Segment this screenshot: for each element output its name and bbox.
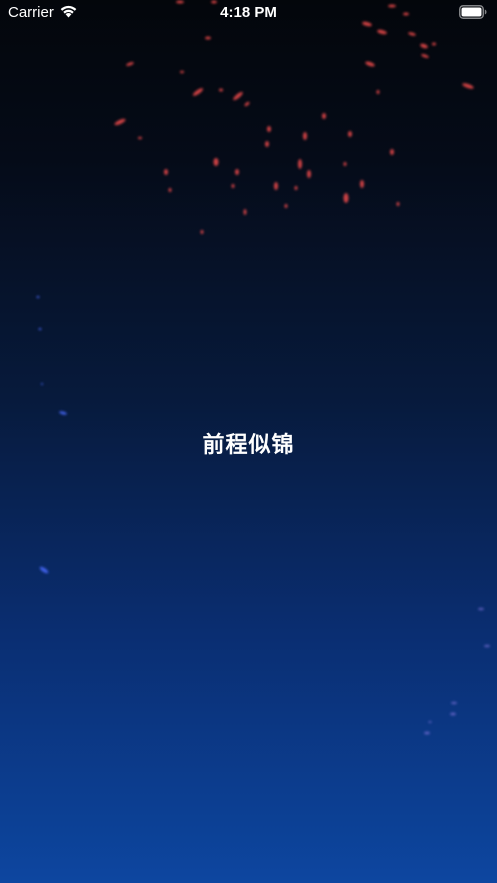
splash-title: 前程似锦 [202,432,295,457]
status-bar: Carrier 4:18 PM [0,0,497,26]
battery-icon [459,5,487,19]
status-time: 4:18 PM [220,4,277,21]
splash-screen: Carrier 4:18 PM 前程似锦 [0,0,497,883]
